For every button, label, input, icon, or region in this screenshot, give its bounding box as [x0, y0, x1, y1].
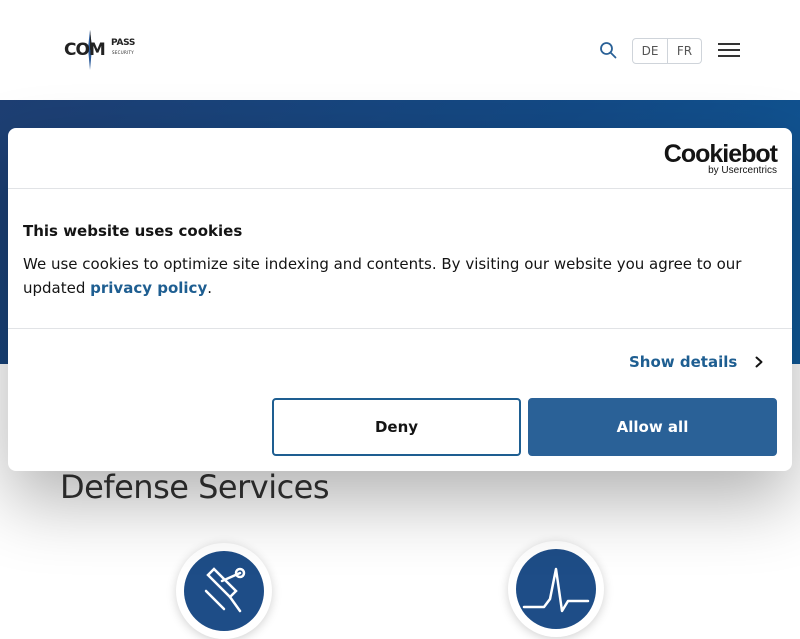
cookie-consent-dialog: Cookiebot by Usercentrics This website u… [8, 128, 792, 471]
cookie-dialog-text: We use cookies to optimize site indexing… [23, 252, 773, 300]
rocket-icon [184, 551, 264, 631]
menu-line [718, 43, 740, 45]
menu-line [718, 49, 740, 51]
hamburger-menu-icon[interactable] [718, 43, 740, 57]
cookie-dialog-title: This website uses cookies [23, 222, 243, 240]
heartbeat-pulse-icon [522, 567, 590, 613]
section-title: Defense Services [60, 468, 330, 506]
logo-text: COM [64, 40, 106, 60]
divider [8, 328, 792, 329]
service-card-icon[interactable] [508, 541, 604, 637]
logo-pass-text: PASS [111, 38, 136, 48]
rocket-icon [204, 567, 246, 613]
language-fr-button[interactable]: FR [668, 38, 702, 64]
menu-line [718, 55, 740, 57]
cookie-text-end: . [207, 279, 213, 297]
heartbeat-pulse-icon [516, 549, 596, 629]
search-icon[interactable] [599, 41, 617, 59]
show-details-link[interactable]: Show details [629, 353, 763, 371]
allow-all-button[interactable]: Allow all [528, 398, 777, 456]
language-de-button[interactable]: DE [632, 38, 668, 64]
cookiebot-brand-text: Cookiebot [663, 140, 778, 168]
logo-subtext: SECURITY [112, 50, 135, 55]
service-card-icon[interactable] [176, 543, 272, 639]
compass-security-logo[interactable]: COM PASS SECURITY [64, 30, 140, 70]
site-header: COM PASS SECURITY DE FR [0, 0, 800, 100]
show-details-label: Show details [629, 353, 738, 371]
deny-button[interactable]: Deny [272, 398, 521, 456]
cookie-dialog-header: Cookiebot by Usercentrics [8, 128, 792, 189]
privacy-policy-link[interactable]: privacy policy [90, 279, 207, 297]
cookiebot-logo[interactable]: Cookiebot by Usercentrics [663, 140, 778, 176]
chevron-right-icon [755, 356, 763, 368]
